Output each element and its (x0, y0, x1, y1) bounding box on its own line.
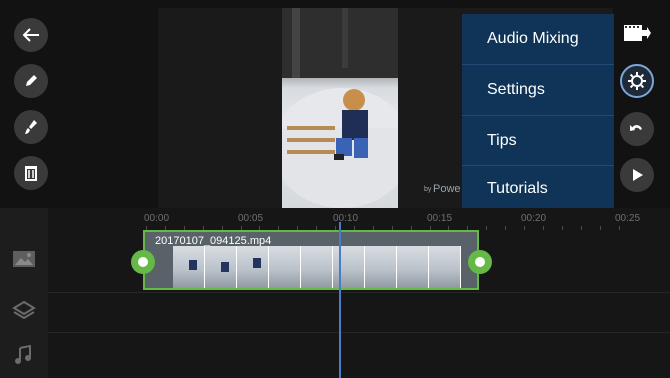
back-arrow-icon (22, 28, 39, 42)
brush-icon (25, 120, 37, 134)
clip-thumb-figure (221, 262, 229, 272)
menu-item-tutorials[interactable]: Tutorials (462, 164, 614, 214)
ruler-tick (486, 226, 488, 230)
undo-icon (630, 125, 642, 131)
ruler-label: 00:15 (427, 213, 453, 224)
ruler-label: 00:10 (333, 213, 359, 224)
settings-button[interactable] (620, 64, 654, 98)
menu-item-tips[interactable]: Tips (462, 116, 614, 166)
ruler-label: 00:25 (615, 213, 641, 224)
delete-button[interactable] (14, 156, 48, 190)
menu-item-audio-mixing[interactable]: Audio Mixing (462, 14, 614, 64)
play-button[interactable] (620, 158, 654, 192)
clip-thumbnail (429, 246, 461, 288)
clip-thumb-figure (253, 258, 261, 268)
menu-item-settings[interactable]: Settings (462, 65, 614, 115)
video-preview (282, 8, 398, 208)
layers-track-button[interactable] (12, 300, 36, 325)
video-clip[interactable]: 20170107_094125.mp4 (143, 230, 479, 290)
layers-icon (12, 300, 36, 320)
video-frame-image (282, 8, 398, 208)
clip-thumbnail (365, 246, 397, 288)
watermark-brand: Powe (433, 183, 461, 195)
ruler-tick (542, 226, 544, 230)
pencil-icon (26, 75, 37, 86)
watermark-prefix: by (424, 186, 432, 193)
clip-thumbnail (397, 246, 429, 288)
ruler-tick (524, 226, 525, 230)
clip-thumbnail (333, 246, 365, 288)
undo-button[interactable] (620, 112, 654, 146)
settings-dropdown-menu: Audio Mixing Settings Tips Tutorials (462, 14, 614, 214)
ruler-tick (580, 226, 582, 230)
ruler-label: 00:00 (144, 213, 170, 224)
playhead[interactable] (339, 222, 341, 378)
clip-thumbnail (237, 246, 269, 288)
clip-trim-handle-left[interactable] (131, 250, 155, 274)
export-button[interactable] (620, 16, 654, 50)
play-icon (633, 169, 643, 181)
ruler-tick (618, 226, 620, 230)
effects-button[interactable] (14, 110, 48, 144)
ruler-tick (561, 226, 563, 230)
trash-icon (25, 166, 37, 181)
clip-export-icon (624, 25, 651, 41)
back-button[interactable] (14, 18, 48, 52)
edit-button[interactable] (14, 64, 48, 98)
music-track-button[interactable] (14, 344, 32, 370)
music-note-icon (15, 344, 31, 364)
gear-icon (628, 72, 646, 90)
track-divider (48, 332, 670, 333)
ruler-tick (599, 226, 601, 230)
image-track-icon (13, 251, 35, 267)
clip-thumb-figure (189, 260, 197, 270)
clip-thumbnail (301, 246, 333, 288)
ruler-label: 00:05 (238, 213, 264, 224)
clip-trim-handle-right[interactable] (468, 250, 492, 274)
ruler-tick (505, 226, 507, 230)
track-divider (48, 292, 670, 293)
ruler-label: 00:20 (521, 213, 547, 224)
image-track-button[interactable] (12, 250, 36, 273)
clip-thumbnail (269, 246, 301, 288)
